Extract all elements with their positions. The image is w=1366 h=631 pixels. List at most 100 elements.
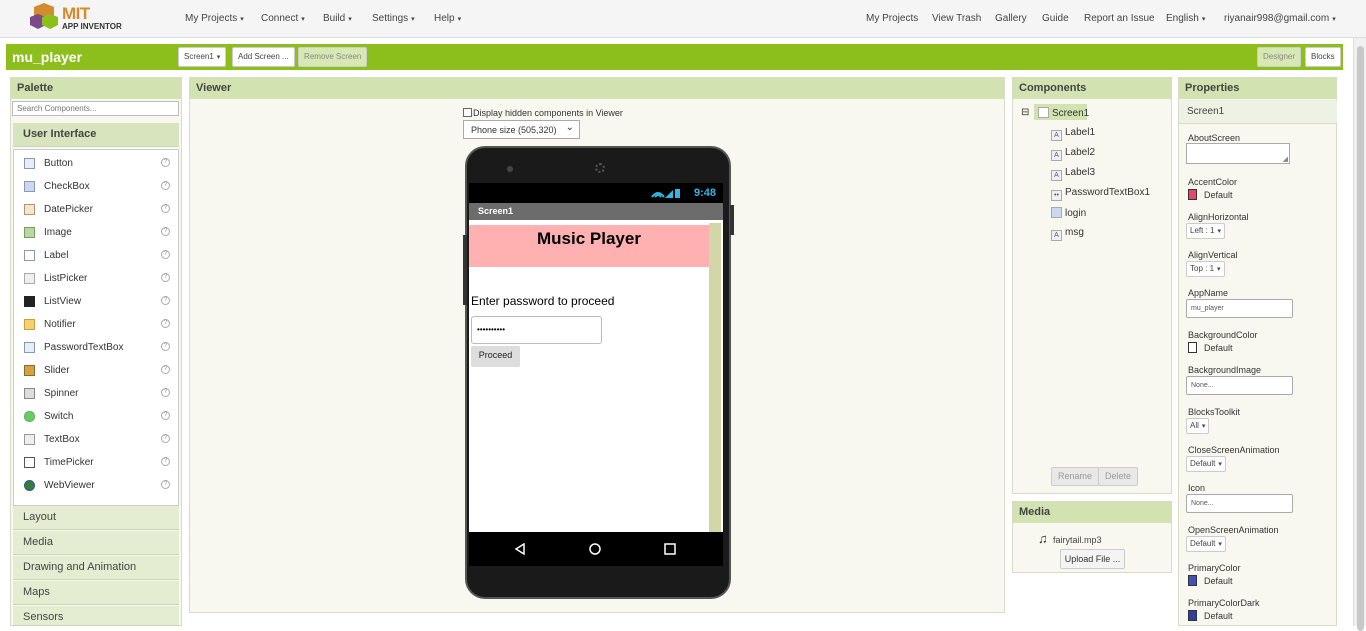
palette-item-webviewer[interactable]: WebViewer? [14, 475, 180, 498]
tree-item-msg[interactable]: Amsg [1051, 227, 1084, 241]
password-prompt-label[interactable]: Enter password to proceed [471, 294, 614, 308]
palette-item-slider[interactable]: Slider? [14, 360, 180, 383]
help-icon[interactable]: ? [161, 457, 170, 466]
primary-dark-color-swatch[interactable] [1188, 610, 1197, 621]
help-icon[interactable]: ? [161, 365, 170, 374]
page-scrollbar[interactable] [1353, 38, 1366, 631]
palette-item-label[interactable]: Label? [14, 245, 180, 268]
help-icon[interactable]: ? [161, 158, 170, 167]
palette-item-passwordtextbox[interactable]: PasswordTextBox? [14, 337, 180, 360]
link-guide[interactable]: Guide [1042, 13, 1069, 24]
tree-item-label2[interactable]: A Label2 [1051, 147, 1095, 161]
background-color-swatch[interactable] [1188, 342, 1197, 353]
menu-settings[interactable]: Settings ▾ [372, 13, 415, 24]
backgroundimage-input[interactable] [1186, 376, 1293, 395]
prop-label-primarycolordark: PrimaryColorDark [1188, 598, 1260, 608]
remove-screen-button[interactable]: Remove Screen [298, 47, 368, 67]
appname-input[interactable] [1186, 299, 1293, 318]
help-icon[interactable]: ? [161, 411, 170, 420]
menu-build[interactable]: Build ▾ [323, 13, 352, 24]
palette-item-notifier[interactable]: Notifier? [14, 314, 180, 337]
rename-button[interactable]: Rename [1051, 467, 1100, 486]
palette-item-timepicker[interactable]: TimePicker? [14, 452, 180, 475]
palette-item-switch[interactable]: Switch? [14, 406, 180, 429]
primary-color-value[interactable]: Default [1204, 576, 1233, 586]
link-my-projects[interactable]: My Projects [866, 13, 918, 24]
link-report-issue[interactable]: Report an Issue [1084, 13, 1155, 24]
primary-dark-color-value[interactable]: Default [1204, 611, 1233, 621]
category-maps[interactable]: Maps [13, 581, 179, 605]
tree-item-label1[interactable]: A Label1 [1051, 127, 1095, 141]
password-textbox[interactable]: •••••••••• [471, 316, 602, 344]
link-view-trash[interactable]: View Trash [932, 13, 981, 24]
accent-color-swatch[interactable] [1188, 189, 1197, 200]
resize-handle-icon[interactable]: ◢ [1283, 155, 1288, 163]
help-icon[interactable]: ? [161, 227, 170, 236]
phone-size-select[interactable]: Phone size (505,320) ⌄ [463, 120, 580, 139]
palette-item-image[interactable]: Image? [14, 222, 180, 245]
background-color-value[interactable]: Default [1204, 343, 1233, 353]
help-icon[interactable]: ? [161, 181, 170, 190]
tree-item-passwordtextbox1[interactable]: •• PasswordTextBox1 [1051, 187, 1150, 201]
palette-item-datepicker[interactable]: DatePicker? [14, 199, 180, 222]
primary-color-swatch[interactable] [1188, 575, 1197, 586]
icon-input[interactable] [1186, 494, 1293, 513]
blockstoolkit-select[interactable]: All ▾ [1186, 418, 1210, 434]
help-icon[interactable]: ? [161, 319, 170, 328]
screen-select[interactable]: Screen1 ▾ [178, 47, 227, 67]
blocks-button[interactable]: Blocks [1305, 47, 1341, 67]
media-file-item[interactable]: fairytail.mp3 [1053, 535, 1102, 545]
help-icon[interactable]: ? [161, 480, 170, 489]
app-title-label[interactable]: Music Player [469, 225, 709, 267]
aboutscreen-textarea[interactable]: ◢ [1186, 143, 1290, 164]
tree-item-login[interactable]: login [1051, 207, 1086, 219]
display-hidden-checkbox[interactable] [463, 108, 472, 117]
openscreenanimation-select[interactable]: Default ▾ [1186, 536, 1226, 552]
app-inventor-logo[interactable]: MIT APP INVENTOR [28, 3, 128, 33]
help-icon[interactable]: ? [161, 342, 170, 351]
palette-item-button[interactable]: Button? [14, 153, 180, 176]
palette-item-checkbox[interactable]: CheckBox? [14, 176, 180, 199]
delete-button[interactable]: Delete [1098, 467, 1139, 486]
category-layout[interactable]: Layout [13, 506, 179, 530]
menu-help[interactable]: Help ▾ [434, 13, 461, 24]
alignvertical-select[interactable]: Top : 1 ▾ [1186, 261, 1225, 277]
scrollbar-thumb[interactable] [1357, 46, 1364, 631]
collapse-icon[interactable]: ⊟ [1021, 107, 1029, 118]
help-icon[interactable]: ? [161, 250, 170, 259]
proceed-button[interactable]: Proceed [471, 346, 520, 367]
menu-connect[interactable]: Connect ▾ [261, 13, 305, 24]
link-gallery[interactable]: Gallery [995, 13, 1027, 24]
help-icon[interactable]: ? [161, 296, 170, 305]
tree-item-screen1[interactable]: Screen1 [1034, 104, 1089, 120]
category-sensors[interactable]: Sensors [13, 606, 179, 626]
checkbox-icon [24, 181, 35, 192]
palette-item-listpicker[interactable]: ListPicker? [14, 268, 180, 291]
category-media[interactable]: Media [13, 531, 179, 555]
closescreenanimation-select[interactable]: Default ▾ [1186, 456, 1226, 472]
category-drawing-animation[interactable]: Drawing and Animation [13, 556, 179, 580]
add-screen-button[interactable]: Add Screen ... [232, 47, 295, 67]
accent-color-value[interactable]: Default [1204, 190, 1233, 200]
help-icon[interactable]: ? [161, 273, 170, 282]
search-components-input[interactable] [12, 101, 179, 116]
tree-item-label3[interactable]: A Label3 [1051, 167, 1095, 181]
viewer-scrollbar[interactable] [709, 223, 721, 532]
palette-item-listview[interactable]: ListView? [14, 291, 180, 314]
designer-button[interactable]: Designer [1257, 47, 1302, 67]
palette-item-spinner[interactable]: Spinner? [14, 383, 180, 406]
alignhorizontal-select[interactable]: Left : 1 ▾ [1186, 223, 1225, 239]
menu-my-projects[interactable]: My Projects ▾ [185, 13, 244, 24]
menu-language[interactable]: English ▾ [1166, 13, 1205, 24]
spinner-icon [24, 388, 35, 399]
password-icon [24, 342, 35, 353]
menu-label: Connect [261, 13, 299, 24]
menu-account[interactable]: riyanair998@gmail.com ▾ [1224, 13, 1336, 24]
category-user-interface[interactable]: User Interface [13, 123, 179, 147]
help-icon[interactable]: ? [161, 434, 170, 443]
caret-down-icon: ▾ [1217, 228, 1221, 235]
palette-item-textbox[interactable]: TextBox? [14, 429, 180, 452]
upload-file-button[interactable]: Upload File ... [1060, 549, 1125, 569]
help-icon[interactable]: ? [161, 204, 170, 213]
help-icon[interactable]: ? [161, 388, 170, 397]
